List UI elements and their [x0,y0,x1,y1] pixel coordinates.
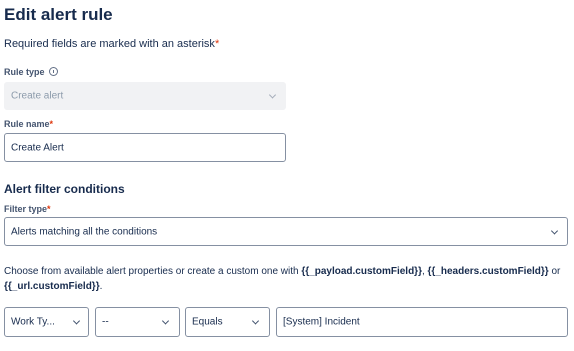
required-asterisk: * [214,38,220,50]
rule-type-value: Create alert [11,90,64,102]
condition-operator-select[interactable]: Equals [185,307,270,337]
info-icon[interactable] [48,67,58,76]
filter-type-value: Alerts matching all the conditions [11,226,158,237]
rule-type-select[interactable]: Create alert [4,82,286,110]
condition-field-value: Work Ty... [11,316,55,328]
description-text: Choose from available alert properties o… [4,266,302,277]
rule-name-value: Create Alert [11,142,64,153]
rule-type-label: Rule type [4,67,58,77]
payload-token: {{_payload.customField}} [301,266,422,277]
filter-type-label: Filter type* [4,204,51,214]
required-asterisk: * [49,119,54,129]
condition-field-select[interactable]: Work Ty... [4,307,89,337]
rule-type-label-text: Rule type [4,67,45,77]
rule-name-input[interactable]: Create Alert [4,133,286,162]
required-hint-text: Required fields are marked with an aster… [4,38,215,50]
chevron-down-icon [550,226,559,235]
description-separator: or [548,266,561,277]
chevron-down-icon [268,91,277,99]
chevron-down-icon [161,317,170,325]
filter-description: Choose from available alert properties o… [4,264,570,294]
chevron-down-icon [251,317,260,325]
rule-name-label: Rule name* [4,119,53,129]
condition-operator-value: Equals [192,316,223,328]
description-suffix: . [99,281,103,292]
filter-section-title: Alert filter conditions [4,182,125,196]
condition-modifier-select[interactable]: -- [95,307,180,337]
chevron-down-icon [72,317,81,325]
url-token: {{_url.customField}} [4,281,100,292]
headers-token: {{_headers.customField}} [427,266,549,277]
condition-modifier-value: -- [102,316,109,328]
condition-value-text: [System] Incident [283,316,360,328]
rule-name-label-text: Rule name [4,119,50,129]
filter-type-label-text: Filter type [4,204,48,214]
required-hint: Required fields are marked with an aster… [4,38,219,50]
page-title: Edit alert rule [4,5,113,24]
filter-type-select[interactable]: Alerts matching all the conditions [4,217,568,246]
condition-value-input[interactable]: [System] Incident [276,307,568,337]
required-asterisk: * [47,204,51,214]
